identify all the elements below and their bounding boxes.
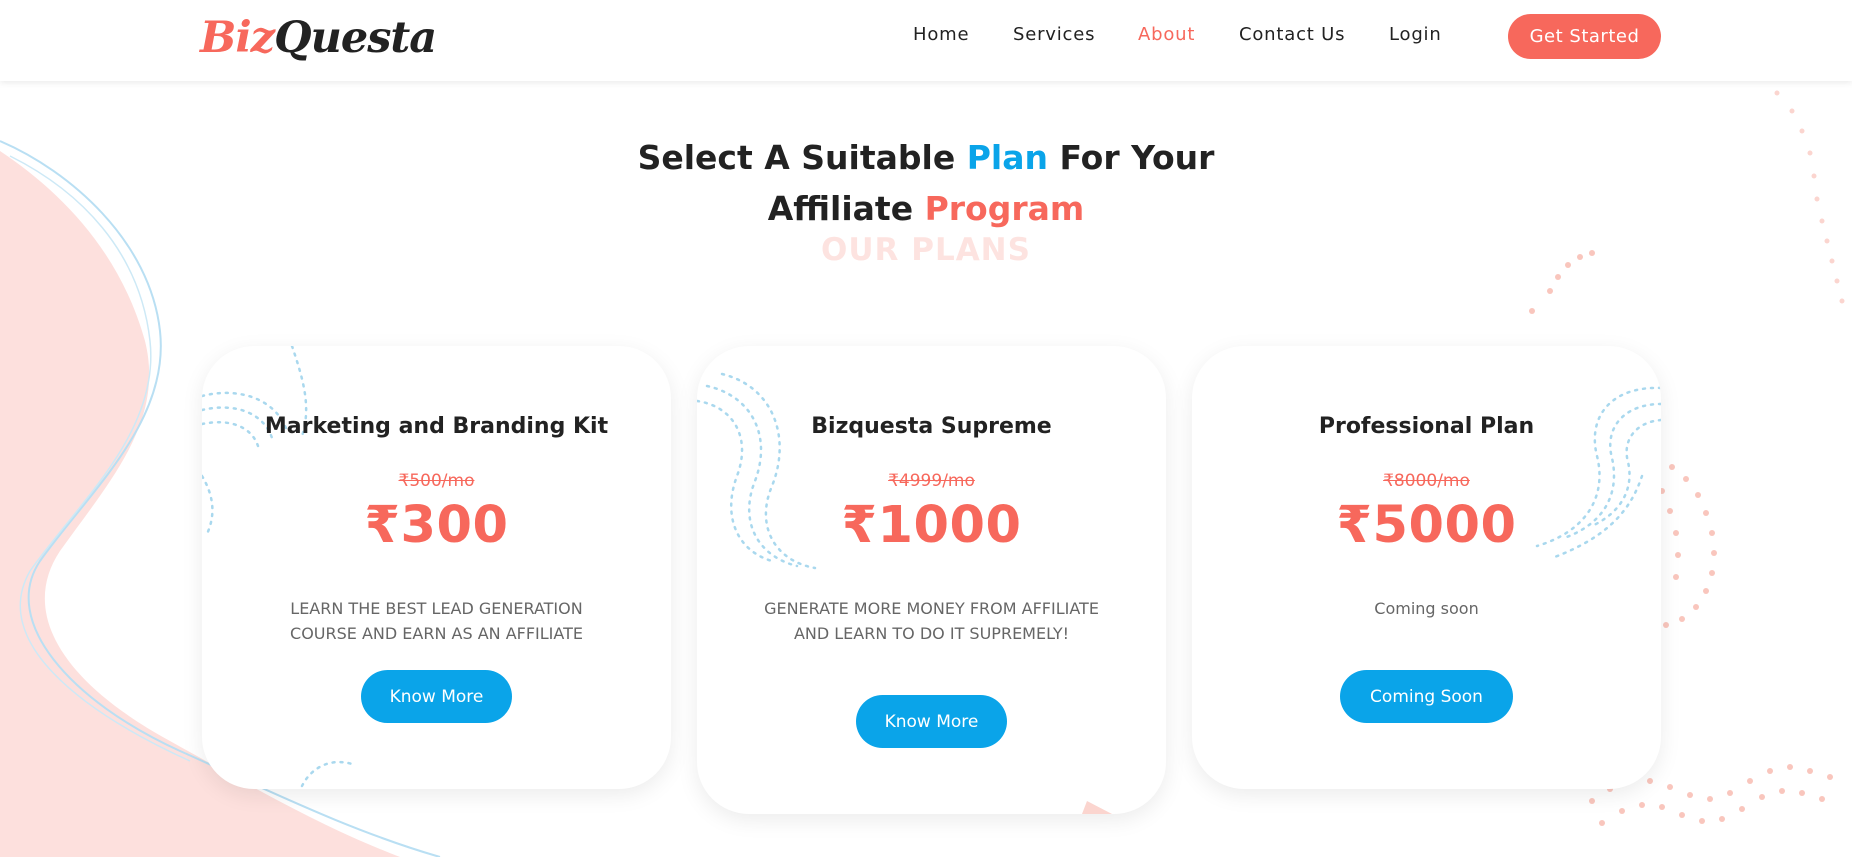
coming-soon-button[interactable]: Coming Soon bbox=[1340, 670, 1513, 723]
nav-contact-us[interactable]: Contact Us bbox=[1239, 24, 1345, 45]
nav-services[interactable]: Services bbox=[1013, 24, 1095, 45]
plan-card-marketing: Marketing and Branding Kit ₹500/mo ₹300 … bbox=[202, 346, 671, 789]
heading-highlight-program: Program bbox=[924, 189, 1085, 228]
get-started-button[interactable]: Get Started bbox=[1508, 14, 1661, 59]
nav-home[interactable]: Home bbox=[913, 24, 969, 45]
plan-description: GENERATE MORE MONEY FROM AFFILIATE AND L… bbox=[697, 596, 1166, 646]
brand-logo-part1: Biz bbox=[200, 13, 275, 63]
plan-description-line1: GENERATE MORE MONEY FROM AFFILIATE bbox=[764, 599, 1099, 618]
brand-logo-part2: Questa bbox=[274, 13, 437, 63]
know-more-button[interactable]: Know More bbox=[361, 670, 512, 723]
site-header: BizQuesta Home Services About Contact Us… bbox=[0, 0, 1852, 81]
plan-title: Professional Plan bbox=[1318, 414, 1535, 439]
plan-title: Bizquesta Supreme bbox=[811, 414, 1052, 439]
section-heading: Select A Suitable Plan For Your Affiliat… bbox=[560, 132, 1292, 234]
know-more-button[interactable]: Know More bbox=[856, 695, 1007, 748]
plan-old-price: ₹4999/mo bbox=[888, 471, 975, 491]
heading-line1-pre: Select A Suitable bbox=[637, 138, 967, 177]
plan-description-line2: COURSE AND EARN AS AN AFFILIATE bbox=[290, 624, 583, 643]
section-background-text: OUR PLANS bbox=[821, 232, 1031, 268]
plan-old-price: ₹8000/mo bbox=[1383, 471, 1470, 491]
nav-about[interactable]: About bbox=[1138, 24, 1195, 45]
plan-description-line1: Coming soon bbox=[1374, 599, 1479, 618]
heading-line1-post: For Your bbox=[1047, 138, 1215, 177]
plan-description-line1: LEARN THE BEST LEAD GENERATION bbox=[290, 599, 583, 618]
plan-title: Marketing and Branding Kit bbox=[264, 414, 609, 439]
plan-description: LEARN THE BEST LEAD GENERATION COURSE AN… bbox=[202, 596, 671, 646]
plan-price: ₹5000 bbox=[1336, 496, 1517, 555]
plan-old-price: ₹500/mo bbox=[398, 471, 475, 491]
brand-logo[interactable]: BizQuesta bbox=[200, 12, 437, 64]
nav-login[interactable]: Login bbox=[1389, 24, 1442, 45]
heading-highlight-plan: Plan bbox=[966, 138, 1048, 177]
plan-price: ₹300 bbox=[364, 496, 509, 555]
plan-description-line2: AND LEARN TO DO IT SUPREMELY! bbox=[793, 624, 1070, 643]
heading-line2-pre: Affiliate bbox=[767, 189, 925, 228]
plan-card-supreme: Bizquesta Supreme ₹4999/mo ₹1000 GENERAT… bbox=[697, 346, 1166, 814]
plan-price: ₹1000 bbox=[841, 496, 1022, 555]
plan-card-professional: Professional Plan ₹8000/mo ₹5000 Coming … bbox=[1192, 346, 1661, 789]
plan-description: Coming soon bbox=[1192, 596, 1661, 621]
